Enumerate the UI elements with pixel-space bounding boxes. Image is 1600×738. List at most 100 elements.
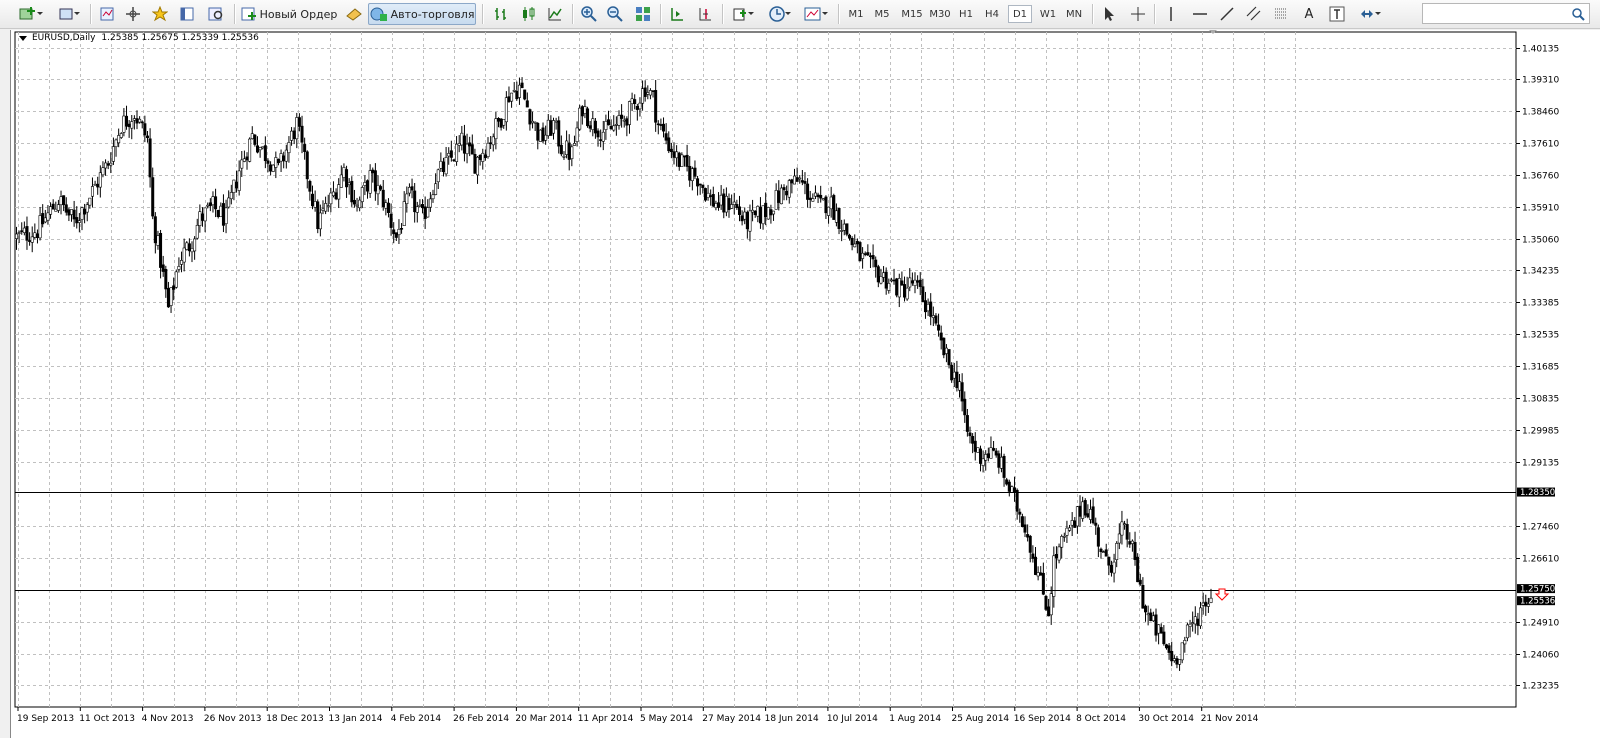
y-tick-label: 1.40135	[1522, 45, 1559, 55]
chart-window[interactable]: 1.40135 1.39310 1.38460 1.37610 1.36760 1.359…	[10, 30, 1600, 738]
bar-chart-button[interactable]	[490, 3, 512, 25]
candle-body	[800, 180, 804, 183]
candle-body	[1199, 607, 1203, 627]
zoom-out-button[interactable]	[604, 3, 626, 25]
search-input[interactable]	[1422, 3, 1590, 24]
candle	[253, 133, 257, 147]
timeframe-m30-button[interactable]: M30	[926, 5, 954, 23]
timeframe-w1-button[interactable]: W1	[1036, 5, 1060, 23]
zoom-in-button[interactable]	[578, 3, 600, 25]
candle-body	[871, 255, 875, 260]
timeframe-m1-button[interactable]: M1	[844, 5, 868, 23]
candle-body	[1083, 500, 1087, 516]
templates-button[interactable]	[800, 3, 832, 25]
arrows-button[interactable]	[1354, 3, 1386, 25]
candle-body	[994, 450, 998, 456]
candle-body	[1133, 542, 1137, 560]
timeframe-m15-button[interactable]: M15	[898, 5, 926, 23]
navigator-button[interactable]	[122, 3, 144, 25]
tester-button[interactable]	[204, 3, 228, 25]
autoscroll-button[interactable]	[666, 3, 688, 25]
search-icon[interactable]	[1571, 6, 1585, 25]
candle-body	[135, 118, 139, 124]
new-order-button[interactable]: Новый Ордер	[240, 3, 338, 25]
terminal-button[interactable]	[176, 3, 198, 25]
toolbar-separator	[1092, 4, 1094, 24]
timeframe-h4-button[interactable]: H4	[980, 5, 1004, 23]
timeframe-m5-button[interactable]: M5	[870, 5, 894, 23]
tile-windows-button[interactable]	[632, 3, 654, 25]
collapse-triangle-icon[interactable]	[19, 35, 27, 41]
text-button[interactable]: A	[1298, 3, 1320, 25]
y-tick-label: 1.27460	[1522, 523, 1559, 533]
candle-body	[159, 233, 163, 268]
periods-icon	[769, 6, 785, 22]
autotrade-button[interactable]: Авто-торговля	[368, 3, 476, 25]
candle-body	[596, 130, 600, 138]
chart-shift-button[interactable]	[694, 3, 716, 25]
candle-body	[384, 202, 388, 209]
candle-body	[30, 236, 34, 243]
candle-body	[169, 287, 173, 306]
line-chart-button[interactable]	[544, 3, 566, 25]
timeframe-h1-button[interactable]: H1	[954, 5, 978, 23]
market-watch-button[interactable]	[96, 3, 118, 25]
candle-body	[963, 399, 967, 416]
candle-body	[816, 194, 820, 198]
candle-body	[211, 196, 215, 206]
candle-body	[232, 179, 236, 193]
price-chart[interactable]: 1.40135 1.39310 1.38460 1.37610 1.36760 1.359…	[11, 30, 1600, 738]
market-watch-icon	[99, 6, 115, 22]
candle-body	[968, 432, 972, 437]
candle-body	[1078, 505, 1082, 517]
candle-body	[764, 202, 768, 218]
candle-body	[976, 447, 980, 453]
candle-body	[410, 186, 414, 191]
meta-editor-button[interactable]	[342, 3, 366, 25]
candle-body	[908, 277, 912, 288]
candle-body	[900, 280, 904, 286]
crosshair-button[interactable]	[1126, 3, 1150, 25]
candle-body	[656, 123, 660, 126]
candle-body	[1151, 615, 1155, 622]
periods-button[interactable]	[764, 3, 796, 25]
candle-body	[1013, 487, 1017, 493]
fibonacci-button[interactable]	[1270, 3, 1292, 25]
candle-body	[117, 135, 121, 144]
candle-body	[271, 164, 275, 172]
candlestick-button[interactable]	[516, 3, 540, 25]
candle-body	[761, 205, 765, 225]
text-label-button[interactable]	[1326, 3, 1348, 25]
candle-body	[242, 158, 246, 162]
candle-body	[717, 202, 721, 208]
candle-body	[392, 229, 396, 235]
candle-body	[1144, 605, 1148, 613]
candle-body	[1002, 455, 1006, 478]
candle-body	[1010, 486, 1014, 493]
horizontal-line-button[interactable]	[1188, 3, 1212, 25]
new-chart-button[interactable]	[14, 3, 48, 25]
candle-body	[1028, 535, 1032, 553]
profiles-button[interactable]	[52, 3, 86, 25]
candle	[895, 277, 899, 298]
candle-body	[562, 155, 566, 158]
vertical-line-button[interactable]	[1160, 3, 1182, 25]
candle-body	[756, 205, 760, 217]
candle-body	[1081, 501, 1085, 519]
candle-body	[1123, 523, 1127, 526]
candle-body	[486, 142, 490, 158]
candle-body	[528, 109, 532, 125]
timeframe-mn-button[interactable]: MN	[1062, 5, 1086, 23]
candle-body	[997, 453, 1001, 468]
indicators-button[interactable]	[728, 3, 758, 25]
timeframe-d1-button[interactable]: D1	[1008, 5, 1032, 23]
trendline-button[interactable]	[1216, 3, 1238, 25]
equidistant-channel-button[interactable]	[1242, 3, 1266, 25]
zoom-in-icon	[581, 6, 597, 22]
candle-body	[1041, 572, 1045, 595]
candle-body	[868, 255, 872, 258]
favorites-button[interactable]	[148, 3, 172, 25]
cursor-button[interactable]	[1098, 3, 1120, 25]
candle-body	[1005, 479, 1009, 485]
candle-body	[1128, 541, 1132, 545]
